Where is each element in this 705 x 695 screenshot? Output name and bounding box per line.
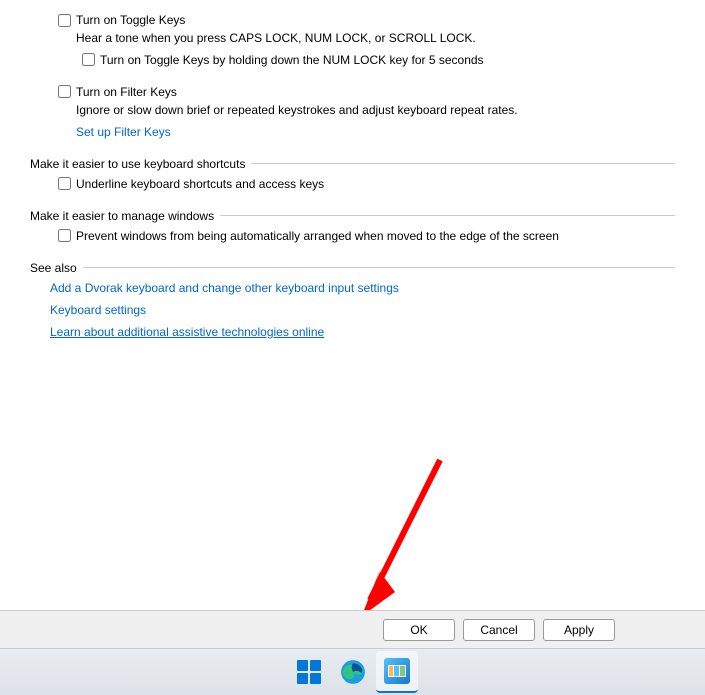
section-rule <box>83 267 675 268</box>
toggle-keys-row: Turn on Toggle Keys <box>58 13 675 27</box>
toggle-keys-numlock-label[interactable]: Turn on Toggle Keys by holding down the … <box>100 53 484 67</box>
seealso-link-keyboard-settings[interactable]: Keyboard settings <box>50 303 675 317</box>
annotation-arrow <box>340 450 460 630</box>
toggle-keys-desc: Hear a tone when you press CAPS LOCK, NU… <box>76 30 675 47</box>
filter-keys-row: Turn on Filter Keys <box>58 85 675 99</box>
see-also-links: Add a Dvorak keyboard and change other k… <box>50 281 675 339</box>
filter-keys-checkbox[interactable] <box>58 85 71 98</box>
section-shortcuts-title: Make it easier to use keyboard shortcuts <box>30 157 251 171</box>
toggle-keys-checkbox[interactable] <box>58 14 71 27</box>
prevent-arrange-row: Prevent windows from being automatically… <box>58 229 675 243</box>
section-shortcuts-header: Make it easier to use keyboard shortcuts <box>30 157 675 171</box>
edge-icon <box>340 659 366 685</box>
underline-shortcuts-label[interactable]: Underline keyboard shortcuts and access … <box>76 177 324 191</box>
dialog-content: Turn on Toggle Keys Hear a tone when you… <box>0 0 705 339</box>
dialog-button-bar: OK Cancel Apply <box>0 610 705 648</box>
control-panel-icon <box>384 658 410 684</box>
section-rule <box>251 163 675 164</box>
setup-filter-keys-link[interactable]: Set up Filter Keys <box>76 125 171 139</box>
apply-button[interactable]: Apply <box>543 619 615 641</box>
prevent-arrange-label[interactable]: Prevent windows from being automatically… <box>76 229 559 243</box>
section-seealso-header: See also <box>30 261 675 275</box>
filter-keys-desc: Ignore or slow down brief or repeated ke… <box>76 102 675 119</box>
seealso-link-dvorak[interactable]: Add a Dvorak keyboard and change other k… <box>50 281 675 295</box>
control-panel-taskbar-button[interactable] <box>376 651 418 693</box>
toggle-keys-label[interactable]: Turn on Toggle Keys <box>76 13 185 27</box>
section-seealso-title: See also <box>30 261 83 275</box>
start-button[interactable] <box>288 651 330 693</box>
section-windows-header: Make it easier to manage windows <box>30 209 675 223</box>
edge-taskbar-button[interactable] <box>332 651 374 693</box>
prevent-arrange-checkbox[interactable] <box>58 229 71 242</box>
toggle-keys-numlock-row: Turn on Toggle Keys by holding down the … <box>82 53 675 67</box>
windows-logo-icon <box>297 660 321 684</box>
taskbar <box>0 648 705 695</box>
section-windows-title: Make it easier to manage windows <box>30 209 220 223</box>
cancel-button[interactable]: Cancel <box>463 619 535 641</box>
underline-shortcuts-row: Underline keyboard shortcuts and access … <box>58 177 675 191</box>
underline-shortcuts-checkbox[interactable] <box>58 177 71 190</box>
toggle-keys-numlock-checkbox[interactable] <box>82 53 95 66</box>
seealso-link-assistive-tech[interactable]: Learn about additional assistive technol… <box>50 325 675 339</box>
filter-keys-label[interactable]: Turn on Filter Keys <box>76 85 177 99</box>
section-rule <box>220 215 675 216</box>
ok-button[interactable]: OK <box>383 619 455 641</box>
